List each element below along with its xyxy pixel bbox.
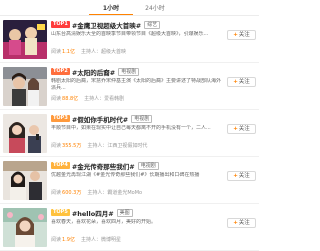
read-count: 88.8亿 [62, 96, 79, 102]
rank-badge: TOP4 [51, 162, 70, 169]
plus-icon: + [233, 173, 238, 179]
topic-thumbnail[interactable] [3, 208, 47, 247]
host-text: 主持人：爱看韩剧 [84, 96, 125, 102]
list-item[interactable]: TOP2 #太阳的后裔# 电视剧 韩剧太阳的后裔，宋慧乔宋仲基主演《太阳的后裔》… [0, 63, 259, 110]
topic-description: 山东台高清娱乐大全的首映季节目带领节目《超级大首映》，引爆娱乐... [51, 31, 209, 37]
read-count: 1.9亿 [62, 237, 75, 243]
time-range-tabs: 1小时 24小时 [89, 2, 177, 15]
follow-button[interactable]: +关注 [227, 171, 256, 181]
follow-button[interactable]: +关注 [227, 218, 256, 228]
topic-thumbnail[interactable] [3, 67, 47, 106]
plus-icon: + [233, 220, 238, 226]
rank-badge: TOP1 [51, 21, 70, 28]
host-text: 主持人：超级大首映 [80, 49, 126, 55]
plus-icon: + [233, 79, 238, 85]
follow-button[interactable]: +关注 [227, 77, 256, 87]
host-text: 主持人：江西卫视假如时代 [87, 143, 148, 149]
topic-title[interactable]: #太阳的后裔# [72, 67, 115, 77]
topic-description: 喜欢春天，喜欢花朵，喜欢四月，美好的开始。 [51, 219, 157, 225]
topic-meta: 阅读 88.8亿 主持人：爱看韩剧 [51, 95, 124, 102]
topic-thumbnail[interactable] [3, 20, 47, 59]
topic-title[interactable]: #金鹰卫视超级大首映# [72, 20, 141, 30]
thumbnail-image [3, 20, 47, 59]
thumbnail-image [3, 67, 47, 106]
topic-meta: 阅读 355.5万 主持人：江西卫视假如时代 [51, 142, 147, 149]
topic-ranking-list: TOP1 #金鹰卫视超级大首映# 综艺 山东台高清娱乐大全的首映季节目带领节目《… [0, 16, 259, 251]
topic-thumbnail[interactable] [3, 114, 47, 153]
thumbnail-image [3, 114, 47, 153]
list-item[interactable]: TOP1 #金鹰卫视超级大首映# 综艺 山东台高清娱乐大全的首映季节目带领节目《… [0, 16, 259, 63]
topic-title[interactable]: #假如你手机时代# [72, 114, 128, 124]
host-text: 主持人：微博明星 [80, 237, 121, 243]
topic-description: 韩剧太阳的后裔，宋慧乔宋仲基主演《太阳的后裔》主要讲述了特战部队海外派兵... [51, 78, 221, 91]
read-label: 阅读 [51, 237, 62, 243]
list-item[interactable]: TOP3 #假如你手机时代# 电视剧 丰顺节目中，如果在现实中让自己每天都离不开… [0, 110, 259, 157]
topic-title-line: TOP5 #hello四月# 美图 [51, 208, 133, 218]
read-count: 355.5万 [62, 143, 82, 149]
thumbnail-image [3, 161, 47, 200]
category-tag: 电视剧 [131, 114, 153, 123]
topic-meta: 阅读 1.1亿 主持人：超级大首映 [51, 48, 126, 55]
follow-label: 关注 [238, 173, 250, 179]
follow-button[interactable]: +关注 [227, 124, 256, 134]
plus-icon: + [233, 32, 238, 38]
topic-meta: 阅读 600.3万 主持人：霸道金光MoMo [51, 189, 142, 196]
plus-icon: + [233, 126, 238, 132]
rank-badge: TOP3 [51, 115, 70, 122]
follow-label: 关注 [238, 79, 250, 85]
read-label: 阅读 [51, 96, 62, 102]
tab-24-hours[interactable]: 24小时 [133, 2, 177, 15]
category-tag: 综艺 [144, 20, 161, 29]
read-label: 阅读 [51, 49, 62, 55]
category-tag: 美图 [116, 208, 133, 217]
topic-meta: 阅读 1.9亿 主持人：微博明星 [51, 236, 121, 243]
topic-description: 优越金光再现江湖《#金光传奇那些我们#》长期播出和口碑在热播 [51, 172, 200, 178]
topic-title[interactable]: #hello四月# [72, 208, 114, 218]
host-text: 主持人：霸道金光MoMo [87, 190, 143, 196]
follow-button[interactable]: +关注 [227, 30, 256, 40]
rank-badge: TOP2 [51, 68, 70, 75]
topic-title-line: TOP4 #金光传奇那些我们# 电视剧 [51, 161, 159, 171]
list-item[interactable]: TOP5 #hello四月# 美图 喜欢春天，喜欢花朵，喜欢四月，美好的开始。 … [0, 204, 259, 251]
category-tag: 电视剧 [118, 67, 140, 76]
topic-title[interactable]: #金光传奇那些我们# [72, 161, 135, 171]
follow-label: 关注 [238, 220, 250, 226]
list-item[interactable]: TOP4 #金光传奇那些我们# 电视剧 优越金光再现江湖《#金光传奇那些我们#》… [0, 157, 259, 204]
follow-label: 关注 [238, 126, 250, 132]
topic-title-line: TOP2 #太阳的后裔# 电视剧 [51, 67, 140, 77]
read-label: 阅读 [51, 143, 62, 149]
read-count: 1.1亿 [62, 49, 75, 55]
tab-1-hour[interactable]: 1小时 [89, 2, 133, 15]
topic-thumbnail[interactable] [3, 161, 47, 200]
topic-title-line: TOP1 #金鹰卫视超级大首映# 综艺 [51, 20, 161, 30]
topic-description: 丰顺节目中，如果在现实中让自己每天都离不开的手机没有一个，二人... [51, 125, 211, 131]
follow-label: 关注 [238, 32, 250, 38]
read-count: 600.3万 [62, 190, 82, 196]
rank-badge: TOP5 [51, 209, 70, 216]
thumbnail-image [3, 208, 47, 247]
topic-title-line: TOP3 #假如你手机时代# 电视剧 [51, 114, 153, 124]
category-tag: 电视剧 [137, 161, 159, 170]
read-label: 阅读 [51, 190, 62, 196]
